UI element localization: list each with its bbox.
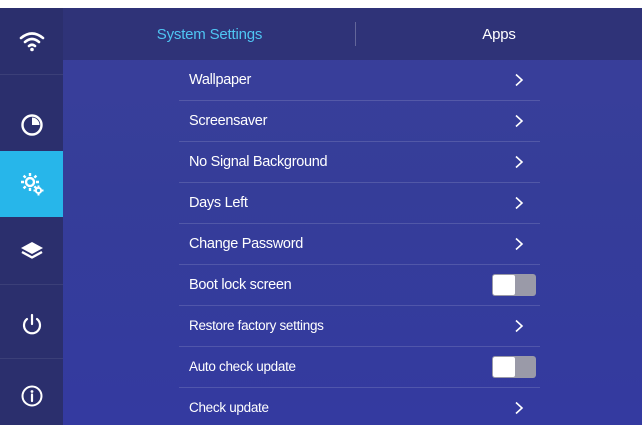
- sidebar-item-info[interactable]: [0, 363, 63, 425]
- layers-icon: [20, 242, 43, 259]
- menu-item-label: Wallpaper: [189, 72, 252, 88]
- menu-item-auto-check-update: Auto check update: [179, 347, 540, 388]
- menu-item-label: Screensaver: [189, 113, 268, 129]
- wifi-icon: [19, 32, 44, 52]
- tab-system-settings[interactable]: System Settings: [63, 8, 356, 60]
- tab-apps[interactable]: Apps: [356, 8, 642, 60]
- chevron-right-icon: [515, 155, 524, 169]
- sidebar-item-layers[interactable]: [0, 218, 63, 285]
- menu-item-wallpaper[interactable]: Wallpaper: [179, 60, 540, 101]
- settings-screen: System Settings Apps Wallpaper Screensav…: [0, 8, 642, 425]
- menu-item-label: No Signal Background: [189, 154, 328, 170]
- menu-item-label: Check update: [189, 400, 269, 415]
- menu-item-label: Boot lock screen: [189, 277, 292, 293]
- sidebar-item-wifi[interactable]: [0, 8, 63, 75]
- menu-item-label: Auto check update: [189, 359, 296, 374]
- sidebar: [0, 8, 63, 425]
- clock-icon: [20, 114, 43, 136]
- chevron-right-icon: [515, 196, 524, 210]
- chevron-right-icon: [515, 401, 524, 415]
- menu-item-days-left[interactable]: Days Left: [179, 183, 540, 224]
- settings-menu: Wallpaper Screensaver No Signal Backgrou…: [179, 60, 540, 425]
- menu-item-change-password[interactable]: Change Password: [179, 224, 540, 265]
- boot-lock-toggle[interactable]: [492, 274, 536, 296]
- sidebar-item-power[interactable]: [0, 292, 63, 359]
- tab-bar: System Settings Apps: [63, 8, 642, 60]
- menu-item-label: Days Left: [189, 195, 248, 211]
- toggle-knob: [493, 275, 515, 295]
- chevron-right-icon: [515, 237, 524, 251]
- sidebar-item-settings[interactable]: [0, 151, 63, 217]
- menu-item-check-update[interactable]: Check update: [179, 388, 540, 425]
- menu-item-screensaver[interactable]: Screensaver: [179, 101, 540, 142]
- chevron-right-icon: [515, 114, 524, 128]
- menu-item-label: Restore factory settings: [189, 318, 324, 333]
- gear-icon: [20, 173, 43, 196]
- toggle-knob: [493, 357, 515, 377]
- menu-item-no-signal-background[interactable]: No Signal Background: [179, 142, 540, 183]
- info-icon: [21, 385, 42, 407]
- sidebar-item-clock[interactable]: [0, 92, 63, 159]
- menu-item-boot-lock-screen: Boot lock screen: [179, 265, 540, 306]
- chevron-right-icon: [515, 73, 524, 87]
- menu-item-label: Change Password: [189, 236, 303, 252]
- power-icon: [22, 313, 41, 335]
- chevron-right-icon: [515, 319, 524, 333]
- menu-item-restore-factory-settings[interactable]: Restore factory settings: [179, 306, 540, 347]
- auto-check-update-toggle[interactable]: [492, 356, 536, 378]
